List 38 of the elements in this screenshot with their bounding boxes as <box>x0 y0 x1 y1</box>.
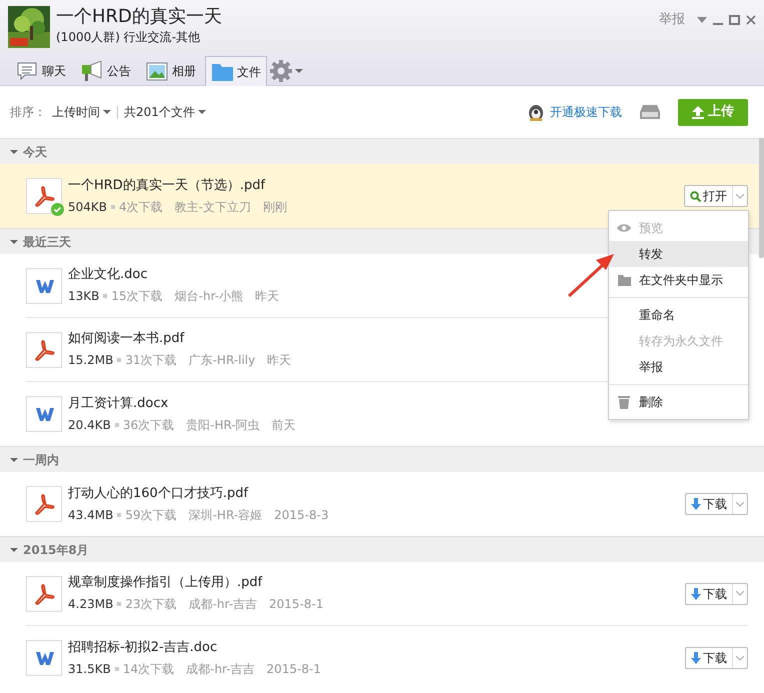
file-size: 43.4MB <box>68 506 114 524</box>
download-count: 59次下载 <box>125 506 177 524</box>
upload-time: 昨天 <box>255 288 280 305</box>
file-name: 如何阅读一本书.pdf <box>68 331 184 346</box>
download-count: 36次下载 <box>122 416 174 434</box>
file-name: 规章制度操作指引（上传用）.pdf <box>68 575 262 590</box>
upload-time: 前天 <box>272 416 296 434</box>
download-count: 4次下载 <box>119 198 163 216</box>
uploader: 成都-hr-吉吉 <box>188 596 258 613</box>
upload-time: 2015-8-1 <box>266 660 322 678</box>
upload-time: 刚刚 <box>263 198 287 216</box>
uploader: 深圳-HR-容姬 <box>188 506 262 524</box>
file-size: 31.5KB <box>68 660 111 678</box>
uploader: 教主-文下立刀 <box>174 198 251 216</box>
download-count: 23次下载 <box>125 596 177 613</box>
uploader: 成都-hr-吉吉 <box>186 660 255 678</box>
upload-time: 2015-8-1 <box>269 596 324 613</box>
uploader: 广东-HR-lily <box>188 352 256 369</box>
file-size: 4.23MB <box>68 596 114 613</box>
window-title: 一个HRD的真实一天 <box>56 6 222 28</box>
file-name: 企业文化.doc <box>68 267 148 282</box>
group-info: (1000人群) 行业交流-其他 <box>56 29 202 46</box>
file-name: 打动人心的160个口才技巧.pdf <box>68 486 248 500</box>
sort-label: 排序： <box>10 104 46 121</box>
file-size: 504KB <box>68 198 108 216</box>
download-count: 14次下载 <box>122 660 174 678</box>
file-size: 20.4KB <box>68 416 111 434</box>
file-name: 月工资计算.docx <box>68 396 168 410</box>
file-size: 15.2MB <box>68 352 114 369</box>
file-size: 13KB <box>68 288 100 305</box>
file-name: 一个HRD的真实一天（节选）.pdf <box>68 178 266 192</box>
download-count: 15次下载 <box>111 288 163 305</box>
file-name: 招聘招标-初拟2-吉吉.doc <box>68 640 218 654</box>
uploader: 贵阳-HR-阿虫 <box>186 416 260 434</box>
download-count: 31次下载 <box>125 352 177 369</box>
uploader: 烟台-hr-小熊 <box>174 288 244 305</box>
upload-time: 2015-8-3 <box>274 506 329 524</box>
upload-time: 昨天 <box>267 352 292 369</box>
